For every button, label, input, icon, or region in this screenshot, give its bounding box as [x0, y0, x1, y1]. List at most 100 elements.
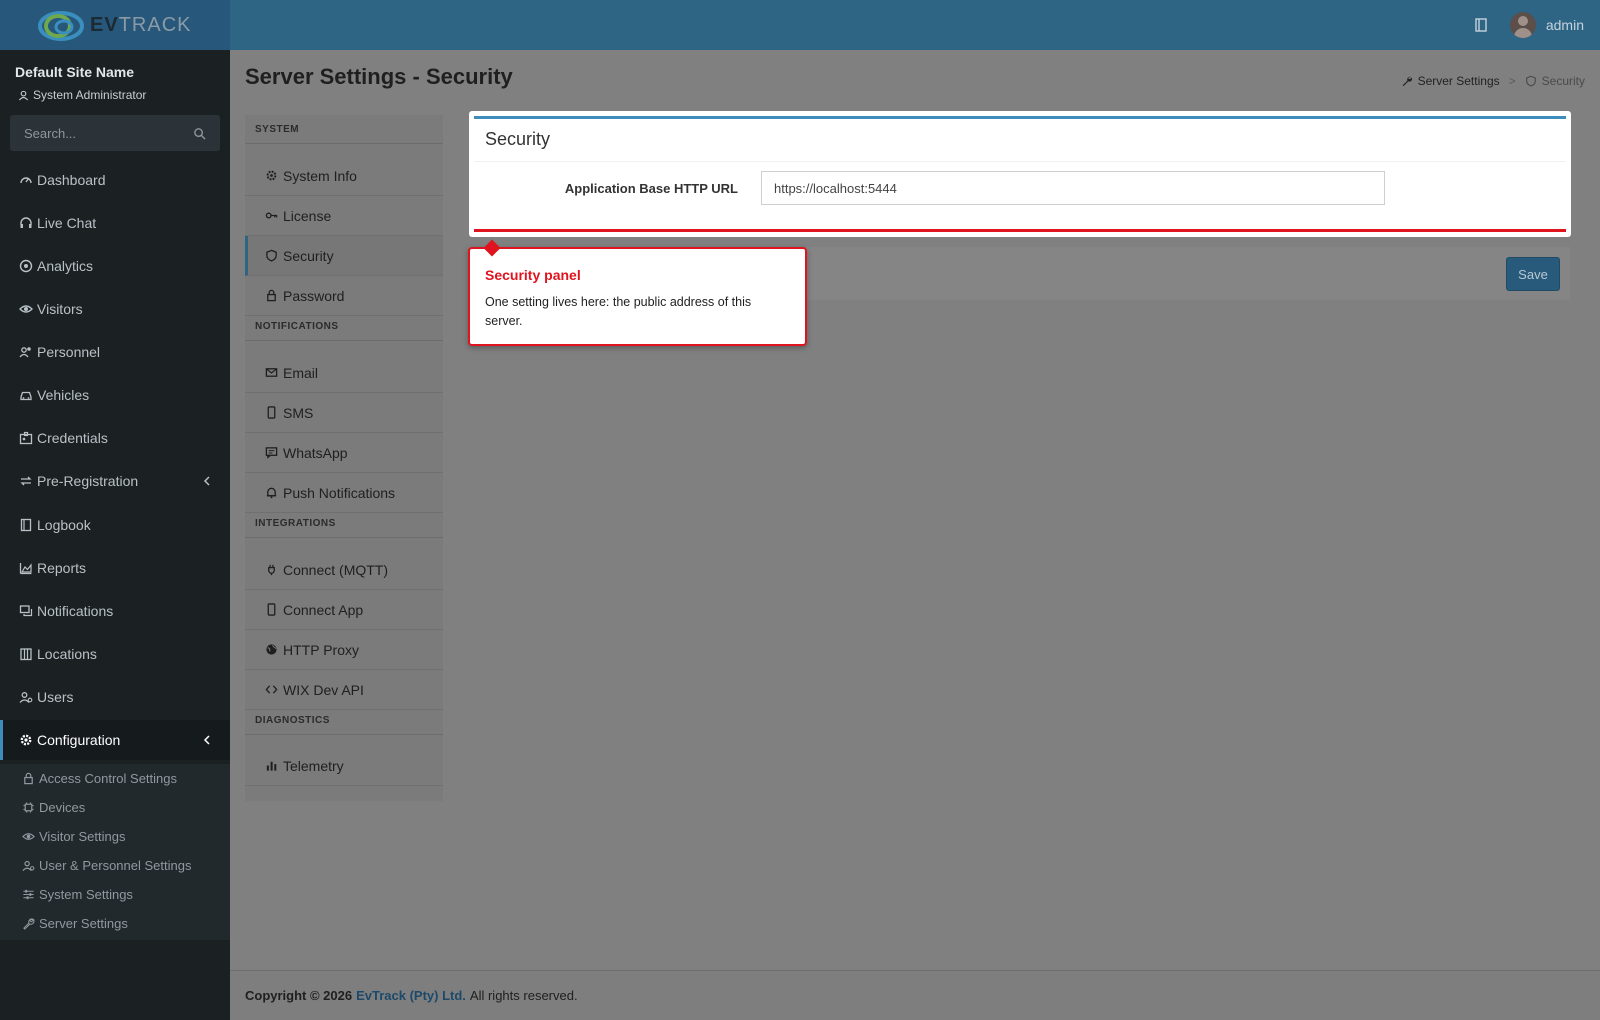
nav-item-connect-app[interactable]: Connect App [245, 590, 443, 630]
sidebar-item-label: Configuration [37, 732, 121, 748]
footer-rights: All rights reserved. [469, 988, 578, 1003]
footer-company-link[interactable]: EvTrack (Pty) Ltd. [356, 988, 466, 1003]
nav-item-label: HTTP Proxy [283, 641, 359, 658]
submenu-item-label: System Settings [39, 887, 133, 902]
submenu-item-label: Server Settings [39, 916, 128, 931]
nav-item-system-info[interactable]: System Info [245, 156, 443, 196]
sidebar-item-locations[interactable]: Locations [0, 634, 230, 674]
logo[interactable]: EVTRACK [0, 0, 230, 50]
nav-item-sms[interactable]: SMS [245, 393, 443, 433]
nav-section-integrations: INTEGRATIONS [245, 509, 443, 538]
nav-item-label: Push Notifications [283, 484, 396, 501]
users-icon [19, 692, 33, 703]
sidebar-item-label: Notifications [37, 603, 114, 619]
nav-item-label: Connect (MQTT) [283, 561, 389, 578]
nav-item-connect-mqtt[interactable]: Connect (MQTT) [245, 550, 443, 590]
headset-icon [20, 217, 32, 228]
nav-section-diagnostics: DIAGNOSTICS [245, 706, 443, 735]
sidebar-item-configuration[interactable]: Configuration [0, 720, 230, 760]
callout-text: One setting lives here: the public addre… [485, 295, 752, 328]
submenu-item-label: Access Control Settings [39, 771, 178, 786]
sidebar-item-label: Live Chat [37, 215, 97, 231]
arrows-icon [20, 476, 32, 486]
nav-section-system: SYSTEM [245, 115, 443, 144]
sidebar-item-credentials[interactable]: Credentials [0, 418, 230, 458]
submenu-item-devices[interactable]: Devices [0, 793, 230, 822]
book-icon [20, 518, 32, 532]
main-content: Server Settings - Security Server Settin… [230, 50, 1600, 970]
navbar-right: admin [1474, 0, 1584, 50]
sidebar-item-logbook[interactable]: Logbook [0, 505, 230, 545]
breadcrumb-item-server-settings[interactable]: Server Settings [1418, 74, 1500, 88]
sidebar-item-label: Personnel [37, 344, 101, 360]
nav-item-whatsapp[interactable]: WhatsApp [245, 433, 443, 473]
sidebar-item-reports[interactable]: Reports [0, 548, 230, 588]
badge-icon [19, 431, 33, 445]
sidebar-item-live-chat[interactable]: Live Chat [0, 203, 230, 243]
search-input[interactable] [10, 115, 180, 151]
sidebar-item-users[interactable]: Users [0, 677, 230, 717]
nav-item-label: Password [283, 287, 345, 304]
footer: Copyright © 2026 EvTrack (Pty) Ltd. All … [230, 970, 1600, 1020]
lock-icon [267, 289, 276, 302]
logo-text: EVTRACK [90, 14, 192, 36]
top-navbar: EVTRACK admin [0, 0, 1600, 50]
nav-item-push-notifications[interactable]: Push Notifications [245, 473, 443, 513]
bar-chart-icon [266, 761, 277, 771]
panel-title: Security [485, 129, 551, 149]
nav-item-password[interactable]: Password [245, 276, 443, 316]
gear-icon [266, 170, 277, 181]
code-icon [265, 685, 278, 694]
sidebar-item-pre-registration[interactable]: Pre-Registration [0, 461, 230, 501]
logo-mark-icon [38, 11, 84, 41]
sidebar-item-dashboard[interactable]: Dashboard [0, 160, 230, 200]
nav-item-label: System Info [283, 167, 357, 184]
sliders-icon [23, 889, 34, 900]
sidebar-item-label: Pre-Registration [37, 473, 139, 489]
shield-icon [266, 249, 277, 262]
submenu-item-system-settings[interactable]: System Settings [0, 880, 230, 909]
submenu-item-server-settings[interactable]: Server Settings [0, 909, 230, 938]
avatar [1509, 12, 1536, 38]
nav-item-label: Email [283, 364, 319, 381]
page-title: Server Settings - Security [245, 64, 513, 89]
sidebar-item-label: Locations [37, 646, 97, 662]
sidebar-item-label: Logbook [37, 517, 91, 533]
plug-icon [268, 564, 275, 576]
submenu-item-label: Visitor Settings [39, 829, 126, 844]
nav-item-telemetry[interactable]: Telemetry [245, 746, 443, 786]
sidebar-item-vehicles[interactable]: Vehicles [0, 375, 230, 415]
nav-item-wix-dev-api[interactable]: WIX Dev API [245, 670, 443, 710]
nav-item-email[interactable]: Email [245, 353, 443, 393]
submenu-item-visitor-settings[interactable]: Visitor Settings [0, 822, 230, 851]
user-icon [18, 90, 29, 100]
sidebar-item-personnel[interactable]: Personnel [0, 332, 230, 372]
chevron-left-icon [203, 735, 210, 745]
phone-icon [267, 406, 276, 419]
panel-divider [474, 161, 1566, 162]
save-button[interactable]: Save [1506, 257, 1560, 291]
callout: Security panel One setting lives here: t… [468, 239, 807, 346]
submenu-item-label: User & Personnel Settings [39, 858, 192, 873]
nav-item-license[interactable]: License [245, 196, 443, 236]
chevron-left-icon [203, 476, 210, 486]
submenu-item-access-control-settings[interactable]: Access Control Settings [0, 764, 230, 793]
nav-item-security[interactable]: Security [245, 236, 443, 276]
user-menu[interactable]: admin [1509, 12, 1584, 38]
user-role: System Administrator [18, 88, 146, 102]
sidebar-item-label: Reports [37, 560, 87, 576]
shield-icon [1525, 75, 1536, 87]
sidebar-item-notifications[interactable]: Notifications [0, 591, 230, 631]
sidebar-item-analytics[interactable]: Analytics [0, 246, 230, 286]
book-icon[interactable] [1474, 18, 1488, 32]
nav-item-label: WIX Dev API [283, 681, 364, 698]
nav-item-http-proxy[interactable]: HTTP Proxy [245, 630, 443, 670]
nav-item-label: Security [283, 247, 334, 264]
sidebar-item-visitors[interactable]: Visitors [0, 289, 230, 329]
sidebar-item-label: Vehicles [37, 387, 90, 403]
search-icon[interactable] [193, 127, 206, 140]
base-url-input[interactable] [761, 171, 1385, 205]
nav-item-label: Connect App [283, 601, 364, 618]
submenu-item-user-personnel-settings[interactable]: User & Personnel Settings [0, 851, 230, 880]
people-icon [19, 347, 31, 358]
